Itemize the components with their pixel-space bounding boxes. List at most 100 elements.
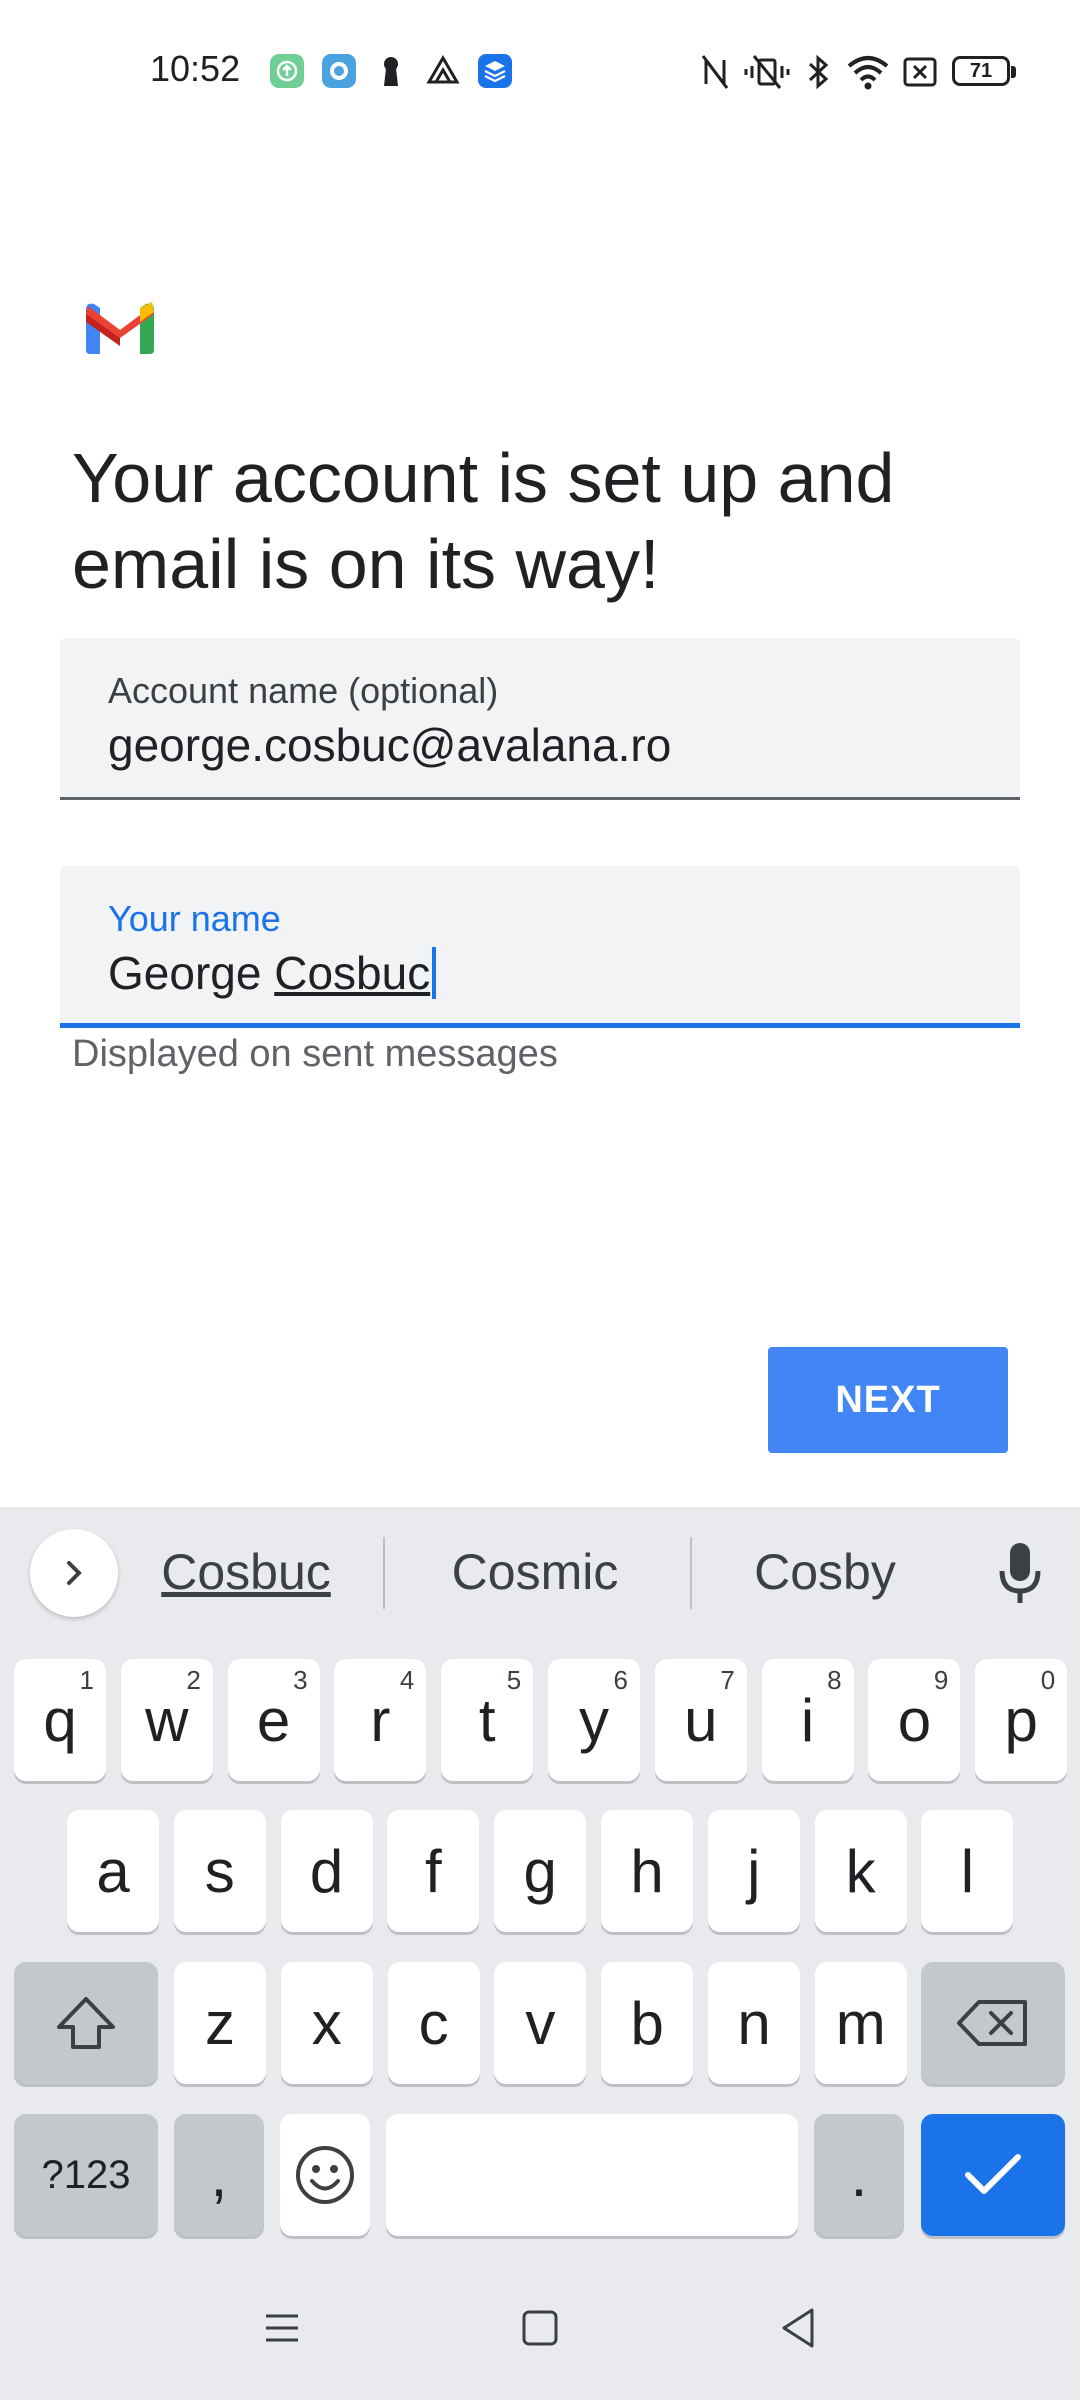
backspace-icon <box>957 2000 1027 2046</box>
key-y[interactable]: y6 <box>548 1659 640 1781</box>
upload-icon <box>270 54 304 88</box>
sim-icon <box>903 57 937 87</box>
key-label: q <box>43 1686 77 1754</box>
key-e[interactable]: e3 <box>227 1659 320 1781</box>
emoji-icon <box>296 2146 354 2204</box>
wifi-icon <box>847 56 889 90</box>
back-icon[interactable] <box>778 2306 818 2350</box>
key-label: y <box>579 1686 609 1754</box>
period-key[interactable]: . <box>814 2114 904 2236</box>
suggestion-1[interactable]: Cosbuc <box>156 1543 336 1601</box>
key-z[interactable]: z <box>174 1962 266 2084</box>
chevron-right-icon <box>67 1561 82 1585</box>
key-hint: 0 <box>1040 1665 1056 1695</box>
key-g[interactable]: g <box>494 1810 587 1932</box>
key-l[interactable]: l <box>921 1810 1014 1932</box>
key-v[interactable]: v <box>494 1962 587 2084</box>
bluetooth-icon <box>808 54 829 90</box>
menu-icon[interactable] <box>262 2308 302 2348</box>
page-title: Your account is set up and email is on i… <box>72 439 895 603</box>
symbols-key[interactable]: ?123 <box>14 2114 158 2236</box>
text-caret <box>432 947 437 999</box>
key-d[interactable]: d <box>280 1810 373 1932</box>
layers-icon <box>478 54 512 88</box>
done-key[interactable] <box>921 2114 1065 2236</box>
key-label: o <box>897 1686 932 1754</box>
suggestion-3[interactable]: Cosby <box>740 1543 910 1601</box>
keyhole-icon <box>384 57 398 86</box>
home-icon[interactable] <box>520 2308 560 2348</box>
suggestion-divider <box>690 1537 692 1609</box>
account-name-label: Account name (optional) <box>108 670 499 711</box>
key-hint: 7 <box>720 1665 735 1695</box>
vibrate-icon <box>744 55 790 89</box>
gmail-logo <box>86 302 154 354</box>
account-name-underline <box>60 797 1020 800</box>
key-hint: 8 <box>827 1665 842 1695</box>
expand-toolbar-button[interactable] <box>30 1529 118 1617</box>
status-bar: 10:52 71 <box>0 0 1080 140</box>
key-label: w <box>145 1686 189 1754</box>
your-name-helper-text: Displayed on sent messages <box>72 1033 558 1075</box>
key-label: t <box>478 1686 496 1754</box>
your-name-underline <box>60 1023 1020 1028</box>
emoji-key[interactable] <box>280 2114 370 2236</box>
key-hint: 3 <box>293 1665 308 1695</box>
key-t[interactable]: t5 <box>441 1659 534 1781</box>
key-j[interactable]: j <box>707 1810 800 1932</box>
key-f[interactable]: f <box>387 1810 480 1932</box>
key-hint: 1 <box>79 1665 94 1695</box>
key-q[interactable]: q1 <box>14 1659 106 1781</box>
key-n[interactable]: n <box>708 1962 800 2084</box>
key-r[interactable]: r4 <box>334 1659 427 1781</box>
key-u[interactable]: u7 <box>654 1659 747 1781</box>
key-c[interactable]: c <box>387 1962 480 2084</box>
key-k[interactable]: k <box>814 1810 907 1932</box>
suggestion-divider <box>383 1537 385 1609</box>
key-o[interactable]: o9 <box>868 1659 961 1781</box>
key-label: p <box>1004 1686 1038 1754</box>
key-m[interactable]: m <box>814 1962 907 2084</box>
navigation-bar <box>0 2268 1080 2400</box>
key-w[interactable]: w2 <box>120 1659 213 1781</box>
microphone-icon[interactable] <box>990 1539 1050 1609</box>
check-icon <box>965 2154 1021 2194</box>
key-hint: 2 <box>186 1665 201 1695</box>
key-hint: 4 <box>399 1665 415 1695</box>
keyboard: Cosbuc Cosmic Cosby q1w2e3r4t5y6u7i8o9p0… <box>0 1507 1080 2400</box>
key-a[interactable]: a <box>67 1810 159 1932</box>
drive-icon <box>426 55 460 84</box>
your-name-label: Your name <box>108 898 281 939</box>
key-x[interactable]: x <box>280 1962 373 2084</box>
account-name-field[interactable]: Account name (optional) george.cosbuc@av… <box>60 638 1020 800</box>
key-i[interactable]: i8 <box>761 1659 854 1781</box>
key-label: e <box>256 1686 291 1754</box>
comma-key[interactable]: , <box>174 2114 264 2236</box>
backspace-key[interactable] <box>921 1962 1065 2084</box>
suggestion-2[interactable]: Cosmic <box>435 1543 635 1601</box>
circle-app-icon <box>322 54 356 88</box>
your-name-first: George <box>108 947 262 999</box>
key-hint: 5 <box>506 1665 522 1695</box>
key-label: u <box>684 1686 718 1754</box>
key-hint: 6 <box>613 1665 628 1695</box>
your-name-value[interactable]: George Cosbuc <box>108 946 437 1000</box>
next-button[interactable]: NEXT <box>768 1347 1008 1453</box>
your-name-last: Cosbuc <box>274 947 431 999</box>
key-s[interactable]: s <box>173 1810 266 1932</box>
key-label: i <box>800 1686 815 1754</box>
key-label: r <box>370 1686 391 1754</box>
battery-icon: 71 <box>952 56 1016 86</box>
your-name-field[interactable]: Your name George Cosbuc <box>60 866 1020 1028</box>
space-key[interactable] <box>386 2114 798 2236</box>
status-time: 10:52 <box>150 48 241 89</box>
key-h[interactable]: h <box>601 1810 693 1932</box>
nfc-icon <box>701 55 729 89</box>
key-b[interactable]: b <box>601 1962 694 2084</box>
account-name-value[interactable]: george.cosbuc@avalana.ro <box>108 718 671 772</box>
suggestion-bar: Cosbuc Cosmic Cosby <box>0 1507 1080 1637</box>
shift-key[interactable] <box>14 1962 158 2084</box>
shift-icon <box>57 1997 115 2049</box>
key-hint: 9 <box>933 1665 949 1695</box>
key-p[interactable]: p0 <box>975 1659 1068 1781</box>
